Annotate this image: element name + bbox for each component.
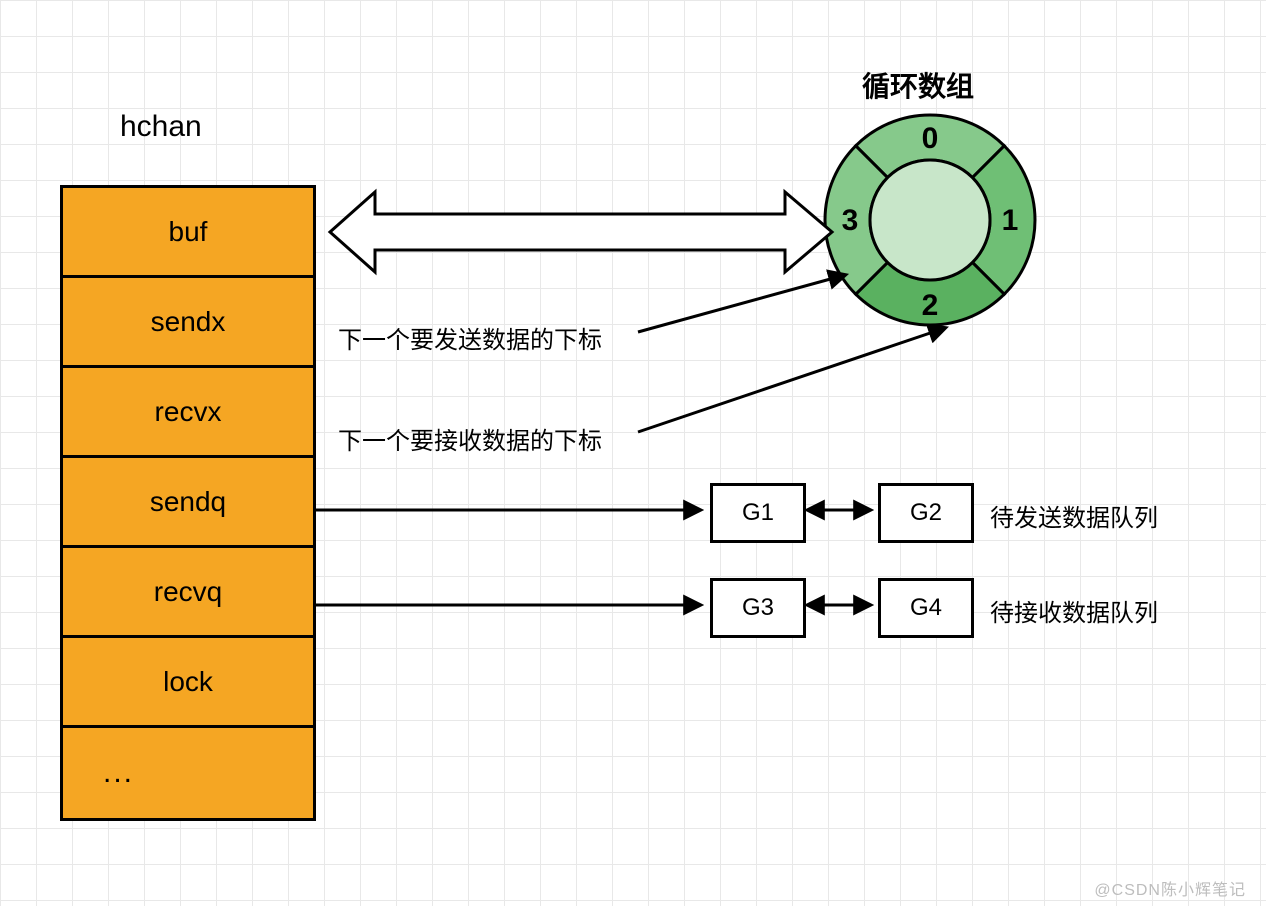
label-sendq: 待发送数据队列: [990, 498, 1158, 533]
ring-slot-0: 0: [922, 122, 939, 155]
field-sendx: sendx: [63, 278, 313, 368]
field-sendq: sendq: [63, 458, 313, 548]
goroutine-g2: G2: [878, 483, 974, 543]
field-recvq: recvq: [63, 548, 313, 638]
ring-buffer: 0 1 2 3: [820, 110, 1040, 330]
ring-slot-2: 2: [922, 289, 939, 322]
ring-slot-1: 1: [1002, 204, 1019, 237]
double-arrow-buf-ring: [330, 192, 832, 272]
arrow-recvx-ring: [638, 328, 945, 432]
label-recvq: 待接收数据队列: [990, 593, 1158, 628]
struct-title: hchan: [120, 110, 202, 144]
ring-title: 循环数组: [862, 65, 974, 105]
ring-slot-3: 3: [842, 204, 859, 237]
arrow-sendx-ring: [638, 275, 845, 332]
field-buf: buf: [63, 188, 313, 278]
hchan-struct: buf sendx recvx sendq recvq lock ...: [60, 185, 316, 821]
field-more: ...: [63, 728, 313, 818]
field-lock: lock: [63, 638, 313, 728]
goroutine-g1: G1: [710, 483, 806, 543]
diagram-canvas: hchan buf sendx recvx sendq recvq lock .…: [0, 0, 1266, 906]
field-recvx: recvx: [63, 368, 313, 458]
watermark: @CSDN陈小辉笔记: [1094, 876, 1246, 900]
note-recvx: 下一个要接收数据的下标: [338, 421, 602, 456]
note-sendx: 下一个要发送数据的下标: [338, 320, 602, 355]
goroutine-g3: G3: [710, 578, 806, 638]
goroutine-g4: G4: [878, 578, 974, 638]
